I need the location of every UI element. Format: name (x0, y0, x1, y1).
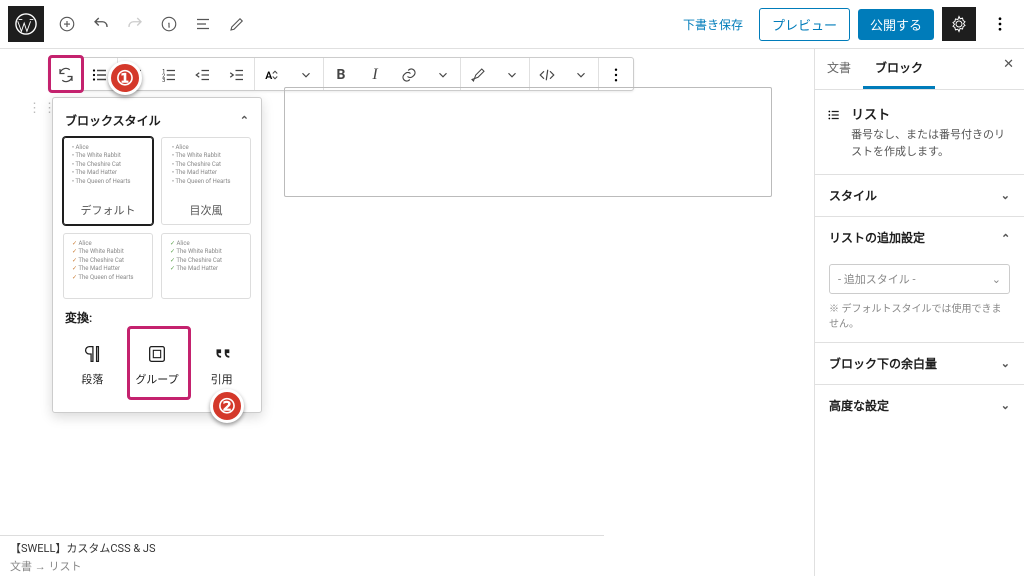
info-icon[interactable] (154, 9, 184, 39)
panel-style[interactable]: スタイル ⌄ (815, 174, 1024, 216)
annotation-box-1 (48, 55, 84, 93)
svg-text:A: A (265, 69, 272, 82)
style-check[interactable]: Alice The White Rabbit The Cheshire Cat … (63, 233, 153, 299)
chevron-down-icon: ⌄ (992, 273, 1001, 286)
footer-meta-section[interactable]: 【SWELL】カスタムCSS & JS (10, 540, 594, 556)
annotation-badge-1: ① (108, 61, 142, 95)
undo-icon[interactable] (86, 9, 116, 39)
chevron-down-icon: ⌄ (1001, 189, 1010, 202)
panel-margin[interactable]: ブロック下の余白量 ⌄ (815, 342, 1024, 384)
indent-icon[interactable] (220, 58, 254, 92)
quote-icon (211, 343, 233, 365)
wp-logo[interactable] (8, 6, 44, 42)
settings-button[interactable] (942, 7, 976, 41)
ordered-list-icon[interactable]: 123 (152, 58, 186, 92)
outdent-icon[interactable] (186, 58, 220, 92)
outline-icon[interactable] (188, 9, 218, 39)
settings-sidebar: 文書 ブロック ✕ リスト 番号なし、または番号付きのリストを作成します。 スタ… (814, 48, 1024, 576)
collapse-icon[interactable]: ⌃ (240, 114, 249, 127)
sidebar-block-title: リスト (851, 104, 1012, 123)
annotation-badge-2: ② (210, 389, 244, 423)
close-sidebar-icon[interactable]: ✕ (993, 49, 1024, 89)
top-bar: 下書き保存 プレビュー 公開する (0, 0, 1024, 48)
tab-block[interactable]: ブロック (863, 49, 935, 89)
save-draft-link[interactable]: 下書き保存 (675, 16, 751, 33)
publish-button[interactable]: 公開する (858, 9, 934, 40)
add-block-icon[interactable] (52, 9, 82, 39)
style-toc[interactable]: Alice The White Rabbit The Cheshire Cat … (161, 137, 251, 225)
chevron-down-icon: ⌄ (1001, 357, 1010, 370)
svg-text:3: 3 (162, 78, 165, 84)
transform-paragraph[interactable]: 段落 (63, 334, 122, 396)
editor-canvas[interactable]: 123 A B I (0, 48, 814, 576)
more-menu-icon[interactable] (984, 8, 1016, 40)
list-icon (827, 104, 841, 126)
block-styles-heading: ブロックスタイル (65, 112, 161, 129)
annotation-box-2 (127, 326, 191, 400)
block-styles-popover: ブロックスタイル ⌃ Alice The White Rabbit The Ch… (52, 97, 262, 413)
panel-list-settings[interactable]: リストの追加設定 ⌄ (815, 216, 1024, 258)
redo-icon (120, 9, 150, 39)
editor-footer: 【SWELL】カスタムCSS & JS 文書 → リスト (0, 535, 604, 576)
preview-button[interactable]: プレビュー (759, 8, 850, 41)
transform-heading: 変換: (65, 309, 92, 326)
breadcrumb[interactable]: 文書 → リスト (10, 556, 594, 574)
panel-advanced[interactable]: 高度な設定 ⌄ (815, 384, 1024, 426)
style-default[interactable]: Alice The White Rabbit The Cheshire Cat … (63, 137, 153, 225)
style-check-green[interactable]: Alice The White Rabbit The Cheshire Cat … (161, 233, 251, 299)
chevron-up-icon: ⌄ (1001, 231, 1010, 244)
list-style-note: ※ デフォルトスタイルでは使用できません。 (829, 300, 1010, 330)
chevron-down-icon: ⌄ (1001, 399, 1010, 412)
tab-document[interactable]: 文書 (815, 49, 863, 89)
drag-handle-icon[interactable]: ⋮⋮ (28, 105, 44, 133)
list-style-select[interactable]: - 追加スタイル - ⌄ (829, 264, 1010, 294)
edit-icon[interactable] (222, 9, 252, 39)
paragraph-icon (81, 343, 103, 365)
sidebar-block-description: 番号なし、または番号付きのリストを作成します。 (851, 127, 1012, 160)
title-input[interactable] (284, 87, 772, 197)
transform-quote[interactable]: 引用 (192, 334, 251, 396)
